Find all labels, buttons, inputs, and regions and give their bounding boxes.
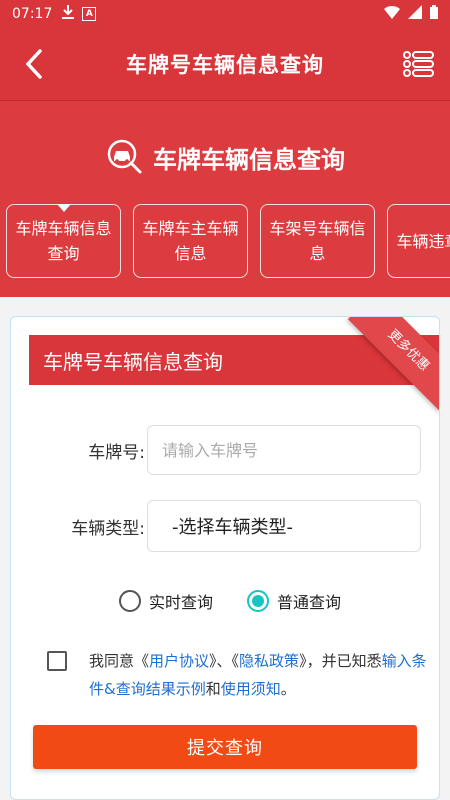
submit-button[interactable]: 提交查询 (33, 725, 417, 769)
wifi-icon (384, 5, 400, 23)
plate-label: 车牌号: (88, 442, 145, 463)
radio-label: 实时查询 (149, 593, 214, 612)
query-form-card: 车牌号车辆信息查询 更多优惠 车牌号: 车辆类型: -选择车辆类型- 实时查询 … (10, 316, 440, 800)
hero-banner: 车牌车辆信息查询 车牌车辆信息查询 车牌车主车辆信息 车架号车辆信息 车辆违章录… (0, 101, 450, 297)
vehicle-type-value: -选择车辆类型- (172, 517, 293, 538)
agree-prefix: 我同意《 (89, 652, 150, 670)
agree-and: 和 (205, 680, 221, 698)
list-menu-icon (403, 51, 434, 77)
radio-realtime[interactable]: 实时查询 (119, 589, 213, 613)
tab-bar: 车牌车辆信息查询 车牌车主车辆信息 车架号车辆信息 车辆违章录查 (6, 204, 450, 278)
radio-circle (247, 590, 270, 612)
banner-title: 车牌车辆信息查询 (0, 137, 450, 177)
car-search-icon (107, 139, 142, 174)
vehicle-type-select[interactable]: -选择车辆类型- (147, 500, 421, 552)
agree-end: 。 (280, 680, 296, 698)
tab-label: 车牌车主车辆信息 (142, 219, 239, 263)
agreement: 我同意《用户协议》、《隐私政策》，并已知悉输入条件&查询结果示例和使用须知。 (47, 647, 427, 703)
plate-row: 车牌号: (11, 425, 439, 475)
agree-mid1: 》、《 (209, 652, 240, 670)
download-icon (62, 5, 75, 23)
type-row: 车辆类型: -选择车辆类型- (11, 500, 439, 552)
tab-vin-vehicle-info[interactable]: 车架号车辆信息 (260, 204, 375, 278)
chevron-left-icon (25, 49, 42, 79)
agree-checkbox[interactable] (47, 651, 67, 671)
plate-input[interactable] (147, 425, 421, 475)
vehicle-type-label: 车辆类型: (71, 518, 145, 539)
a-icon: A (82, 7, 97, 21)
menu-button[interactable] (400, 46, 436, 82)
radio-label: 普通查询 (277, 593, 342, 612)
radio-normal[interactable]: 普通查询 (247, 589, 341, 613)
app-header: 车牌号车辆信息查询 (0, 28, 450, 101)
banner-title-text: 车牌车辆信息查询 (153, 145, 345, 174)
tab-violation-record[interactable]: 车辆违章录查 (387, 204, 450, 278)
back-button[interactable] (18, 46, 54, 82)
status-bar: 07:17 A (0, 0, 450, 28)
radio-circle (119, 590, 141, 612)
battery-icon (430, 5, 438, 23)
query-mode-radios: 实时查询 普通查询 (119, 589, 341, 613)
signal-icon (408, 5, 422, 23)
user-agreement-link[interactable]: 用户协议 (149, 652, 209, 670)
tab-label: 车牌车辆信息查询 (15, 219, 112, 263)
status-time: 07:17 (12, 6, 53, 22)
tab-plate-owner-info[interactable]: 车牌车主车辆信息 (133, 204, 248, 278)
privacy-policy-link[interactable]: 隐私政策 (239, 652, 299, 670)
tab-label: 车架号车辆信息 (269, 219, 366, 263)
tab-plate-vehicle-info[interactable]: 车牌车辆信息查询 (6, 204, 121, 278)
agree-mid2: 》，并已知悉 (299, 652, 382, 670)
page-title: 车牌号车辆信息查询 (126, 53, 324, 77)
tab-label: 车辆违章录查 (396, 231, 450, 251)
agreement-text: 我同意《用户协议》、《隐私政策》，并已知悉输入条件&查询结果示例和使用须知。 (89, 647, 427, 703)
usage-notice-link[interactable]: 使用须知 (221, 680, 281, 698)
